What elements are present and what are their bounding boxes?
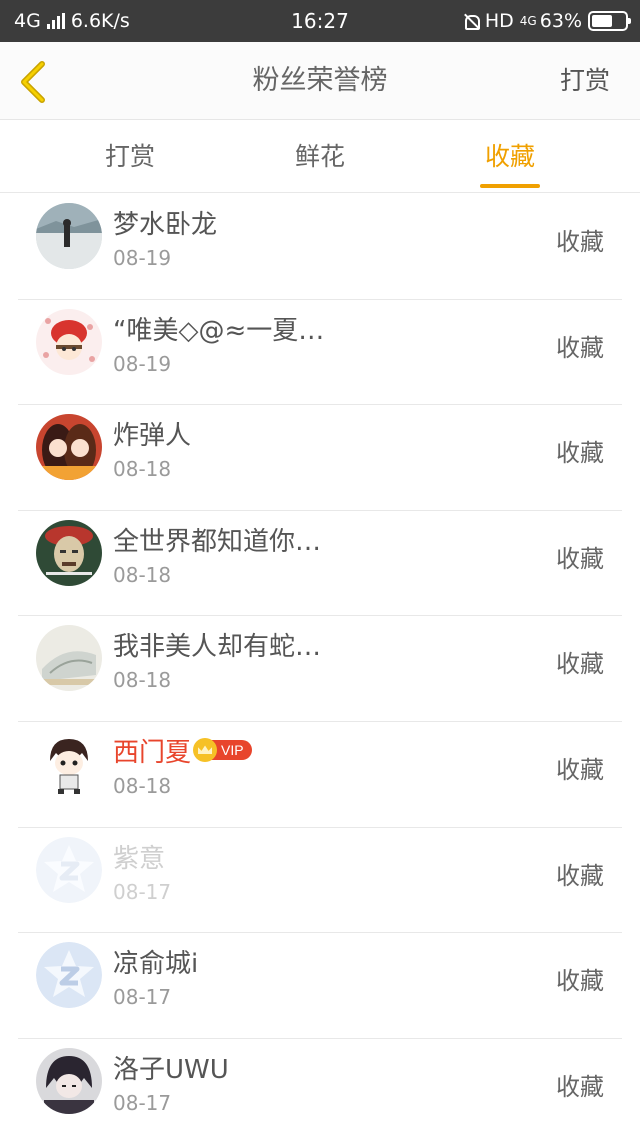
avatar-pale-illustration — [36, 625, 102, 692]
date: 08-19 — [113, 351, 172, 376]
avatar[interactable] — [36, 203, 102, 269]
list-item[interactable]: 梦水卧龙 08-19 收藏 — [18, 194, 622, 300]
avatar[interactable] — [36, 942, 102, 1009]
date: 08-18 — [113, 562, 172, 587]
network-4g-indicator: 4G — [519, 14, 537, 28]
avatar[interactable] — [36, 730, 102, 797]
favorite-label: 收藏 — [556, 755, 604, 784]
status-bar: 4G 6.6K/s 16:27 HD 4G 63% — [0, 0, 640, 42]
page-title: 粉丝荣誉榜 — [252, 65, 388, 96]
favorite-label: 收藏 — [556, 861, 604, 890]
favorite-label: 收藏 — [556, 333, 604, 362]
reward-button[interactable]: 打赏 — [560, 42, 610, 120]
user-name: 梦水卧龙 — [113, 210, 218, 240]
battery-icon — [588, 11, 631, 31]
favorite-label: 收藏 — [556, 1072, 604, 1101]
tab-label: 打赏 — [104, 142, 155, 171]
avatar-anime-girl-red-hat — [36, 308, 102, 375]
favorite-label: 收藏 — [556, 228, 604, 256]
favorite-label: 收藏 — [556, 544, 604, 573]
tab-reward[interactable]: 打赏 — [70, 121, 190, 193]
user-name: 凉俞城i — [113, 949, 199, 980]
user-name-text: 西门夏 — [113, 737, 192, 768]
user-name: “唯美◇@≈一夏… — [113, 315, 325, 346]
user-name: 炸弹人 — [113, 421, 192, 452]
tab-label: 鲜花 — [294, 142, 345, 171]
avatar-chibi-boy — [36, 730, 102, 797]
avatar[interactable] — [36, 625, 102, 692]
hd-indicator: HD — [484, 10, 514, 32]
favorite-label: 收藏 — [556, 967, 604, 996]
list-item[interactable]: 炸弹人 08-18 收藏 — [18, 405, 622, 511]
nav-bar: 粉丝荣誉榜 打赏 — [0, 42, 640, 120]
avatar-anime-couple-red — [36, 414, 102, 481]
date: 08-18 — [113, 457, 172, 482]
date: 08-17 — [113, 1090, 172, 1115]
date: 08-18 — [113, 668, 172, 693]
list-item[interactable]: 我非美人却有蛇… 08-18 收藏 — [18, 616, 622, 722]
date: 08-18 — [113, 773, 172, 798]
mute-bell-icon — [463, 13, 480, 30]
avatar-default-z-icon — [36, 836, 102, 903]
user-name: 西门夏 VIP — [113, 732, 252, 769]
date: 08-19 — [113, 246, 172, 270]
fan-list: 梦水卧龙 08-19 收藏 “唯美◇@≈一夏… 08-19 收藏 炸弹人 08-… — [0, 194, 640, 1138]
date: 08-17 — [113, 879, 172, 904]
user-name: 紫意 — [113, 843, 166, 874]
avatar[interactable] — [36, 1047, 102, 1114]
vip-badge: VIP — [193, 738, 252, 763]
list-item[interactable]: 凉俞城i 08-17 收藏 — [18, 933, 622, 1039]
tab-bar: 打赏 鲜花 收藏 — [0, 121, 640, 193]
user-name: 全世界都知道你… — [113, 526, 322, 557]
date: 08-17 — [113, 985, 172, 1010]
list-item[interactable]: 洛子UWU 08-17 收藏 — [18, 1039, 622, 1138]
active-tab-indicator — [480, 184, 540, 188]
avatar-beach-photo — [36, 203, 102, 269]
user-name: 我非美人却有蛇… — [113, 632, 322, 663]
back-button[interactable] — [16, 60, 50, 104]
status-right: HD 4G 63% — [463, 0, 631, 42]
battery-percent: 63% — [539, 10, 582, 32]
avatar[interactable] — [36, 836, 102, 903]
avatar[interactable] — [36, 519, 102, 586]
tab-flowers[interactable]: 鲜花 — [260, 121, 380, 193]
list-item[interactable]: “唯美◇@≈一夏… 08-19 收藏 — [18, 300, 622, 406]
tab-favorites[interactable]: 收藏 — [450, 121, 570, 193]
avatar-meme-face — [36, 519, 102, 586]
chevron-left-icon — [21, 61, 45, 103]
tab-label: 收藏 — [484, 142, 535, 171]
avatar[interactable] — [36, 414, 102, 481]
favorite-label: 收藏 — [556, 439, 604, 468]
avatar-dark-hair-anime — [36, 1047, 102, 1114]
list-item[interactable]: 紫意 08-17 收藏 — [18, 828, 622, 934]
avatar-default-z-icon — [36, 942, 102, 1009]
user-name: 洛子UWU — [113, 1054, 229, 1085]
favorite-label: 收藏 — [556, 650, 604, 679]
avatar[interactable] — [36, 308, 102, 375]
list-item[interactable]: 西门夏 VIP 08-18 收藏 — [18, 722, 622, 828]
list-item[interactable]: 全世界都知道你… 08-18 收藏 — [18, 511, 622, 617]
